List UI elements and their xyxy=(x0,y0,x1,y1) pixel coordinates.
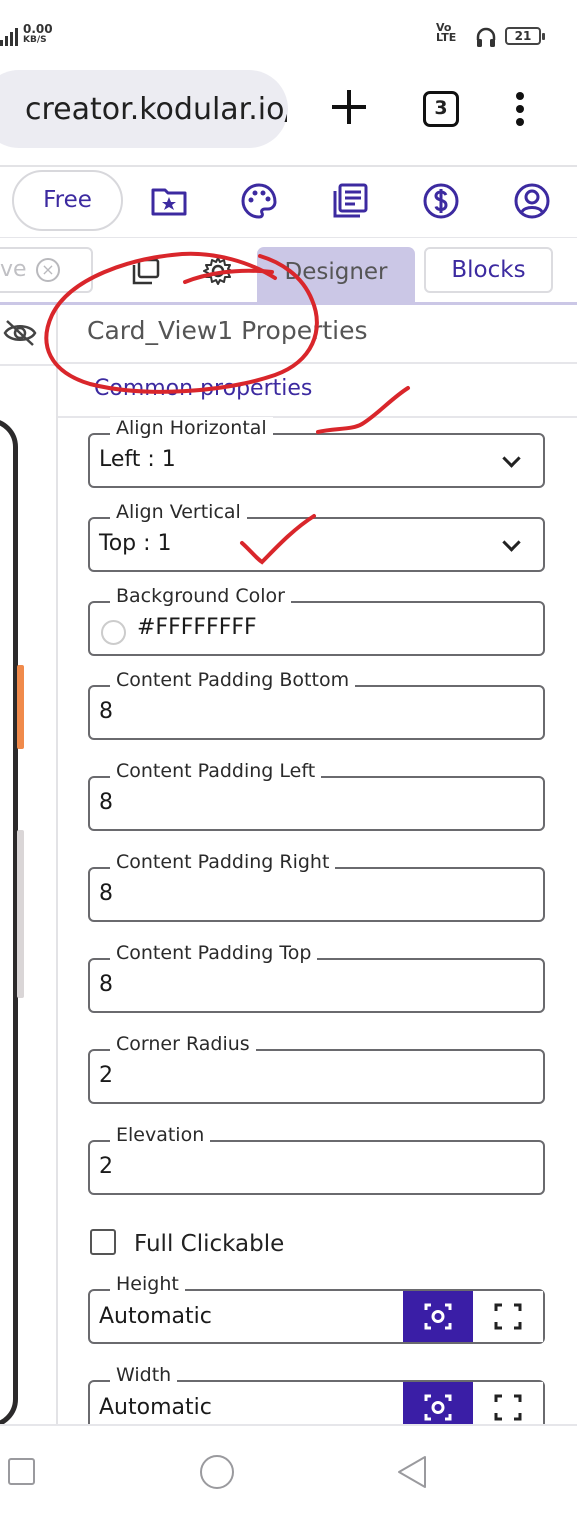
content-padding-left-field[interactable]: Content Padding Left 8 xyxy=(88,760,545,831)
align-vertical-select[interactable]: Align Vertical Top : 1 xyxy=(88,501,545,572)
field-label: Align Horizontal xyxy=(110,417,273,439)
battery-indicator: 21 xyxy=(505,27,545,45)
tab-count-button[interactable]: 3 xyxy=(423,91,459,127)
volte-indicator: Vo LTE xyxy=(436,21,457,44)
status-bar: 0.00 KB/S Vo LTE 21 xyxy=(0,0,577,62)
network-speed: 0.00 KB/S xyxy=(23,22,53,45)
tab-blocks[interactable]: Blocks xyxy=(424,247,553,293)
field-value: #FFFFFFFF xyxy=(137,615,257,640)
gear-icon[interactable] xyxy=(203,256,233,286)
field-value: 8 xyxy=(99,790,113,815)
corner-radius-field[interactable]: Corner Radius 2 xyxy=(88,1033,545,1104)
phone-preview[interactable] xyxy=(0,418,18,1428)
field-label: Content Padding Top xyxy=(110,942,318,964)
field-value: 8 xyxy=(99,881,113,906)
fullscreen-icon[interactable] xyxy=(473,1291,543,1342)
divider xyxy=(0,364,56,366)
folder-star-icon[interactable] xyxy=(150,182,188,220)
focus-icon[interactable] xyxy=(403,1291,473,1342)
recents-button[interactable] xyxy=(8,1458,35,1485)
field-value: Automatic xyxy=(99,1304,212,1329)
field-value: Automatic xyxy=(99,1395,212,1420)
field-label: Width xyxy=(110,1364,178,1386)
field-value: 2 xyxy=(99,1063,113,1088)
plus-icon[interactable] xyxy=(330,88,368,126)
field-value: Left : 1 xyxy=(99,447,176,472)
field-label: Elevation xyxy=(110,1124,211,1146)
headphones-icon xyxy=(476,27,496,47)
field-label: Height xyxy=(110,1273,185,1295)
field-label: Content Padding Right xyxy=(110,851,336,873)
content-padding-top-field[interactable]: Content Padding Top 8 xyxy=(88,942,545,1013)
free-plan-button[interactable]: Free xyxy=(12,170,123,231)
divider xyxy=(58,362,577,364)
color-swatch[interactable] xyxy=(101,620,126,645)
field-label: Corner Radius xyxy=(110,1033,256,1055)
background-color-field[interactable]: Background Color #FFFFFFFF xyxy=(88,585,545,656)
tab-underline xyxy=(0,302,577,305)
phone-side-button xyxy=(17,830,24,998)
field-value: Top : 1 xyxy=(99,531,172,556)
system-nav-bar xyxy=(0,1424,577,1520)
field-label: Align Vertical xyxy=(110,501,247,523)
divider xyxy=(0,237,577,238)
full-clickable-checkbox[interactable] xyxy=(90,1229,116,1255)
full-clickable-label: Full Clickable xyxy=(134,1231,285,1257)
account-icon[interactable] xyxy=(513,182,551,220)
url-text[interactable]: creator.kodular.io/ xyxy=(25,92,287,127)
content-padding-right-field[interactable]: Content Padding Right 8 xyxy=(88,851,545,922)
eye-off-icon[interactable] xyxy=(3,318,37,348)
clear-icon[interactable]: × xyxy=(36,258,60,282)
tab-designer[interactable]: Designer xyxy=(257,247,415,302)
field-value: 2 xyxy=(99,1154,113,1179)
home-button[interactable] xyxy=(200,1455,234,1489)
elevation-field[interactable]: Elevation 2 xyxy=(88,1124,545,1195)
height-field[interactable]: Height Automatic xyxy=(88,1273,545,1344)
copy-icon[interactable] xyxy=(130,258,160,286)
kebab-menu-icon[interactable] xyxy=(512,92,528,128)
chevron-down-icon[interactable] xyxy=(502,533,521,552)
signal-icon xyxy=(0,28,18,46)
field-value: 8 xyxy=(99,699,113,724)
divider xyxy=(0,165,577,167)
field-label: Content Padding Bottom xyxy=(110,669,356,691)
common-properties-header[interactable]: Common properties xyxy=(94,376,312,401)
dollar-icon[interactable] xyxy=(422,182,460,220)
screen: 0.00 KB/S Vo LTE 21 creator.kodular.io/ … xyxy=(0,0,577,1520)
content-padding-bottom-field[interactable]: Content Padding Bottom 8 xyxy=(88,669,545,740)
field-label: Content Padding Left xyxy=(110,760,322,782)
align-horizontal-select[interactable]: Align Horizontal Left : 1 xyxy=(88,417,545,488)
column-separator xyxy=(56,305,58,1425)
news-icon[interactable] xyxy=(331,182,369,220)
back-button[interactable] xyxy=(396,1454,428,1490)
field-label: Background Color xyxy=(110,585,291,607)
search-text: ve xyxy=(0,257,27,282)
palette-icon[interactable] xyxy=(240,182,278,220)
properties-title: Card_View1 Properties xyxy=(87,316,368,345)
phone-side-button xyxy=(17,665,24,749)
field-value: 8 xyxy=(99,972,113,997)
chevron-down-icon[interactable] xyxy=(502,449,521,468)
